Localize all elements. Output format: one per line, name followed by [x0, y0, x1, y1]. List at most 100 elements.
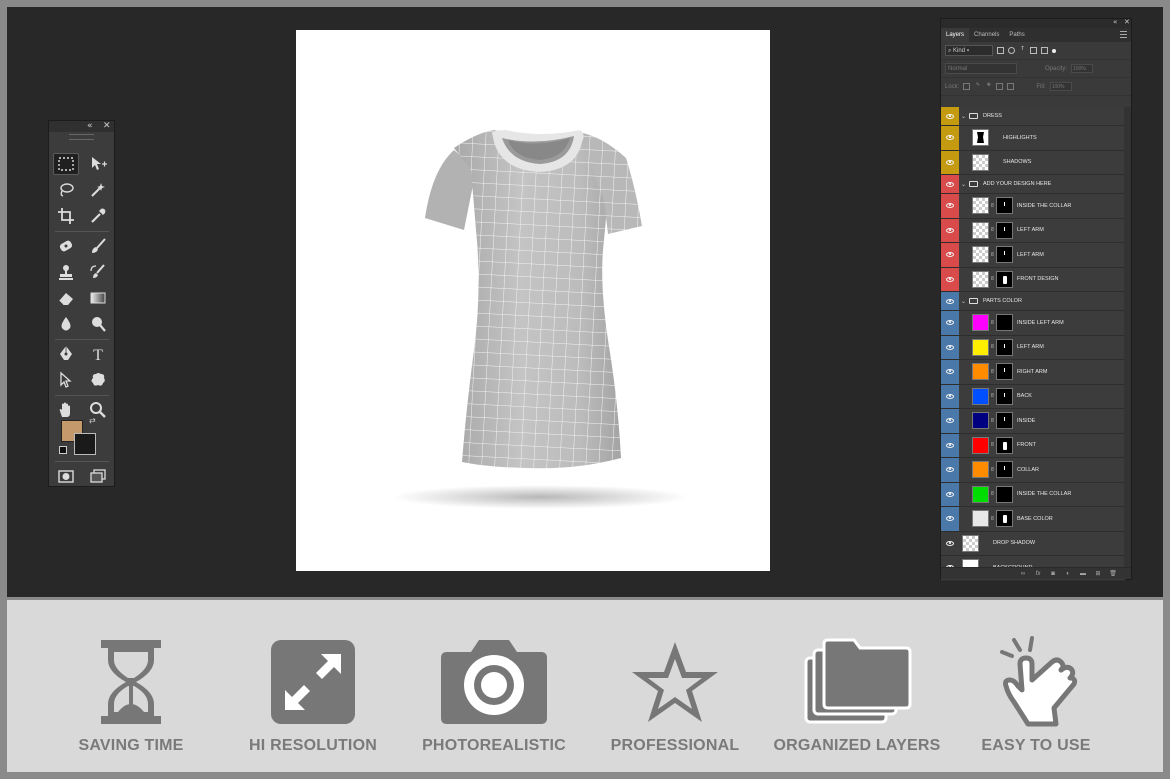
layer-row[interactable]: 8 BACK: [941, 384, 1125, 409]
layer-row[interactable]: 8 INSIDE LEFT ARM: [941, 311, 1125, 336]
type-tool-icon[interactable]: T: [85, 343, 111, 365]
layer-visibility-toggle[interactable]: [941, 150, 959, 174]
layer-row[interactable]: DROP SHADOW: [941, 531, 1125, 556]
layer-visibility-toggle[interactable]: [941, 218, 959, 242]
opacity-value[interactable]: 100%: [1071, 64, 1094, 73]
tab-paths[interactable]: Paths: [1004, 28, 1029, 42]
link-icon[interactable]: 8: [991, 393, 995, 399]
layer-group-row[interactable]: ⌄ PARTS COLOR: [941, 292, 1125, 311]
new-layer-icon[interactable]: ⊞: [1094, 570, 1102, 577]
fx-icon[interactable]: fx: [1034, 571, 1042, 577]
tab-channels[interactable]: Channels: [969, 28, 1004, 42]
brush-tool-icon[interactable]: [85, 235, 111, 257]
lock-pixels-icon[interactable]: ✎: [974, 83, 981, 90]
layer-visibility-toggle[interactable]: [941, 335, 959, 359]
filter-toggle-icon[interactable]: [1052, 48, 1056, 53]
layer-group-row[interactable]: ⌄ ADD YOUR DESIGN HERE: [941, 175, 1125, 194]
link-icon[interactable]: 8: [991, 252, 995, 258]
link-icon[interactable]: 8: [991, 203, 995, 209]
filter-adjustment-icon[interactable]: [1008, 47, 1015, 54]
layer-row[interactable]: 8 COLLAR: [941, 458, 1125, 483]
link-icon[interactable]: 8: [991, 442, 995, 448]
layer-visibility-toggle[interactable]: [941, 507, 959, 531]
layer-row[interactable]: 8 FRONT DESIGN: [941, 267, 1125, 292]
lock-artboard-icon[interactable]: [996, 83, 1004, 90]
mask-icon[interactable]: ◙: [1049, 571, 1057, 577]
magic-wand-tool-icon[interactable]: [85, 179, 111, 201]
marquee-tool-icon[interactable]: [53, 153, 79, 175]
layers-scrollbar[interactable]: [1124, 107, 1131, 567]
filter-kind-select[interactable]: ⌕ Kind ▾: [945, 45, 993, 56]
layer-visibility-toggle[interactable]: [941, 384, 959, 408]
gradient-tool-icon[interactable]: [85, 287, 111, 309]
layer-visibility-toggle[interactable]: [941, 311, 959, 335]
healing-brush-tool-icon[interactable]: [53, 235, 79, 257]
layer-row[interactable]: SHADOWS: [941, 150, 1125, 175]
layer-row[interactable]: 8 RIGHT ARM: [941, 360, 1125, 385]
layer-visibility-toggle[interactable]: [941, 409, 959, 433]
layer-row[interactable]: 8 INSIDE: [941, 409, 1125, 434]
layer-visibility-toggle[interactable]: [941, 194, 959, 218]
document-canvas[interactable]: [296, 30, 770, 571]
layer-mask-thumbnail[interactable]: [996, 246, 1013, 264]
blend-mode-select[interactable]: Normal: [945, 63, 1017, 74]
lock-transparent-icon[interactable]: [963, 83, 971, 90]
hand-tool-icon[interactable]: [53, 399, 79, 421]
layers-panel-titlebar[interactable]: « ✕: [941, 18, 1131, 28]
link-icon[interactable]: 8: [991, 369, 995, 375]
layer-row[interactable]: 8 LEFT ARM: [941, 243, 1125, 268]
blur-tool-icon[interactable]: [53, 313, 79, 335]
default-colors-icon[interactable]: [59, 446, 67, 454]
layer-mask-thumbnail[interactable]: [996, 461, 1013, 479]
panel-grip[interactable]: [69, 134, 94, 140]
layer-mask-thumbnail[interactable]: [996, 436, 1013, 454]
layer-row[interactable]: 8 INSIDE THE COLLAR: [941, 482, 1125, 507]
swap-colors-icon[interactable]: ⇄: [89, 416, 96, 425]
layer-visibility-toggle[interactable]: [941, 458, 959, 482]
layer-visibility-toggle[interactable]: [941, 243, 959, 267]
filter-smart-object-icon[interactable]: [1041, 47, 1048, 54]
pen-tool-icon[interactable]: [53, 343, 79, 365]
filter-type-icon[interactable]: T: [1019, 47, 1026, 54]
close-icon[interactable]: ✕: [103, 120, 111, 132]
panel-menu-icon[interactable]: [1120, 31, 1127, 38]
chevron-down-icon[interactable]: ⌄: [961, 298, 967, 305]
history-brush-tool-icon[interactable]: [85, 261, 111, 283]
chevron-down-icon[interactable]: ⌄: [961, 181, 967, 188]
layer-mask-thumbnail[interactable]: [996, 270, 1013, 288]
layer-visibility-toggle[interactable]: [941, 292, 959, 310]
link-icon[interactable]: 8: [991, 516, 995, 522]
link-icon[interactable]: ∞: [1019, 571, 1027, 577]
layer-mask-thumbnail[interactable]: [996, 510, 1013, 528]
layer-visibility-toggle[interactable]: [941, 433, 959, 457]
link-icon[interactable]: 8: [991, 491, 995, 497]
layer-visibility-toggle[interactable]: [941, 107, 959, 125]
layer-visibility-toggle[interactable]: [941, 482, 959, 506]
filter-shape-icon[interactable]: [1030, 47, 1037, 54]
filter-pixel-icon[interactable]: [997, 47, 1004, 54]
lock-all-icon[interactable]: [1007, 83, 1015, 90]
tools-panel-titlebar[interactable]: « ✕: [49, 121, 114, 132]
layer-row[interactable]: 8 INSIDE THE COLLAR: [941, 194, 1125, 219]
layer-mask-thumbnail[interactable]: [996, 387, 1013, 405]
collapse-icon[interactable]: «: [1113, 18, 1117, 26]
link-icon[interactable]: 8: [991, 320, 995, 326]
layer-row[interactable]: 8 LEFT ARM: [941, 335, 1125, 360]
screen-mode-icon[interactable]: [85, 465, 111, 487]
layer-row[interactable]: 8 LEFT ARM: [941, 218, 1125, 243]
layer-row[interactable]: HIGHLIGHTS: [941, 126, 1125, 151]
tab-layers[interactable]: Layers: [941, 28, 970, 42]
layer-mask-thumbnail[interactable]: [996, 338, 1013, 356]
layer-visibility-toggle[interactable]: [941, 267, 959, 291]
eraser-tool-icon[interactable]: [53, 287, 79, 309]
lasso-tool-icon[interactable]: [53, 179, 79, 201]
layer-group-row[interactable]: ⌄ DRESS: [941, 107, 1125, 126]
crop-tool-icon[interactable]: [53, 205, 79, 227]
dodge-tool-icon[interactable]: [85, 313, 111, 335]
clone-stamp-tool-icon[interactable]: [53, 261, 79, 283]
layer-mask-thumbnail[interactable]: [996, 363, 1013, 381]
lock-position-icon[interactable]: ✥: [985, 83, 992, 90]
layer-visibility-toggle[interactable]: [941, 126, 959, 150]
link-icon[interactable]: 8: [991, 467, 995, 473]
layer-visibility-toggle[interactable]: [941, 360, 959, 384]
